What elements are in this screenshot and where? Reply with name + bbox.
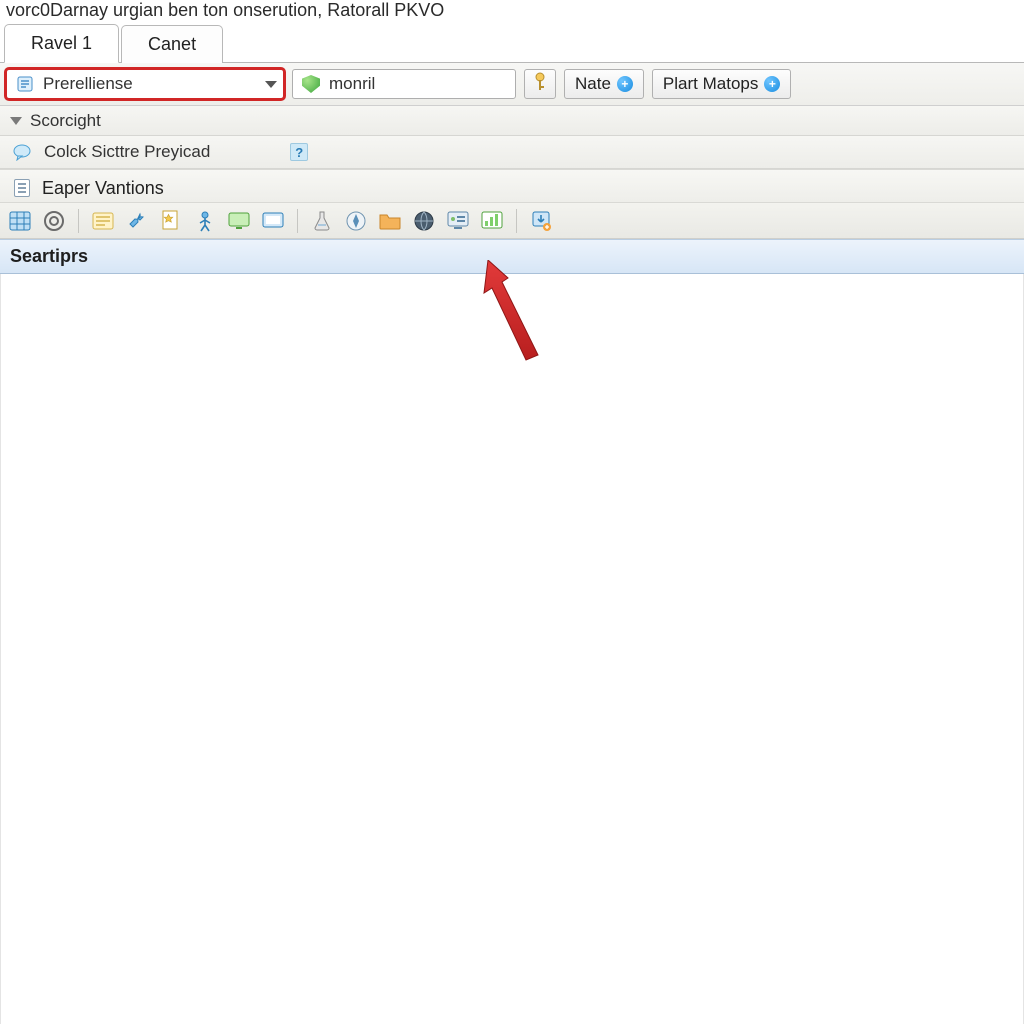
monril-combobox[interactable]: monril	[292, 69, 516, 99]
combobox-value: monril	[329, 74, 509, 94]
nate-button[interactable]: Nate +	[564, 69, 644, 99]
shield-green-icon	[299, 72, 323, 96]
compass-icon[interactable]	[344, 209, 368, 233]
window-title: vorc0Darnay urgian ben ton onserution, R…	[0, 0, 1024, 25]
lines-yellow-icon[interactable]	[91, 209, 115, 233]
section-header-label: Eaper Vantions	[42, 178, 164, 199]
download-blue-icon[interactable]	[529, 209, 553, 233]
icon-toolbar	[0, 203, 1024, 239]
flask-icon[interactable]	[310, 209, 334, 233]
column-header-seartiprs[interactable]: Seartiprs	[0, 239, 1024, 274]
table-blue-icon[interactable]	[8, 209, 32, 233]
tab-label: Ravel 1	[31, 33, 92, 53]
chevron-down-icon	[10, 117, 22, 125]
folder-orange-icon[interactable]	[378, 209, 402, 233]
plart-matops-button[interactable]: Plart Matops +	[652, 69, 791, 99]
colck-label: Colck Sicttre Preyicad	[44, 142, 210, 162]
chevron-down-icon	[265, 81, 277, 88]
eaper-vantions-header: Eaper Vantions	[0, 169, 1024, 203]
tab-label: Canet	[148, 34, 196, 54]
button-label: Nate	[575, 74, 611, 94]
plus-circle-icon: +	[764, 76, 780, 92]
help-icon[interactable]: ?	[290, 143, 308, 161]
button-label: Plart Matops	[663, 74, 758, 94]
tab-ravel-1[interactable]: Ravel 1	[4, 24, 119, 63]
plus-circle-icon: +	[617, 76, 633, 92]
prerelliense-combobox[interactable]: Prerelliense	[6, 69, 284, 99]
wrench-blue-icon[interactable]	[125, 209, 149, 233]
separator	[297, 209, 298, 233]
chart-green-icon[interactable]	[480, 209, 504, 233]
content-area	[0, 274, 1024, 1024]
separator	[516, 209, 517, 233]
display-icon[interactable]	[446, 209, 470, 233]
tab-bar: Ravel 1 Canet	[0, 25, 1024, 63]
monitor-green-icon[interactable]	[227, 209, 251, 233]
colck-sicttre-row[interactable]: Colck Sicttre Preyicad ?	[0, 136, 1024, 169]
combobox-value: Prerelliense	[43, 74, 259, 94]
page-star-icon[interactable]	[159, 209, 183, 233]
key-button[interactable]	[524, 69, 556, 99]
target-circle-icon[interactable]	[42, 209, 66, 233]
tab-canet[interactable]: Canet	[121, 25, 223, 63]
screen-blue-icon[interactable]	[261, 209, 285, 233]
scorcight-label: Scorcight	[30, 111, 101, 131]
chat-bubble-icon	[10, 140, 34, 164]
document-icon	[10, 176, 34, 200]
globe-dark-icon[interactable]	[412, 209, 436, 233]
main-toolbar: Prerelliense monril Nate + Plart Matops …	[0, 63, 1024, 106]
document-blue-icon	[13, 72, 37, 96]
separator	[78, 209, 79, 233]
figure-blue-icon[interactable]	[193, 209, 217, 233]
key-gold-icon	[531, 71, 549, 98]
scorcight-row[interactable]: Scorcight	[0, 106, 1024, 136]
